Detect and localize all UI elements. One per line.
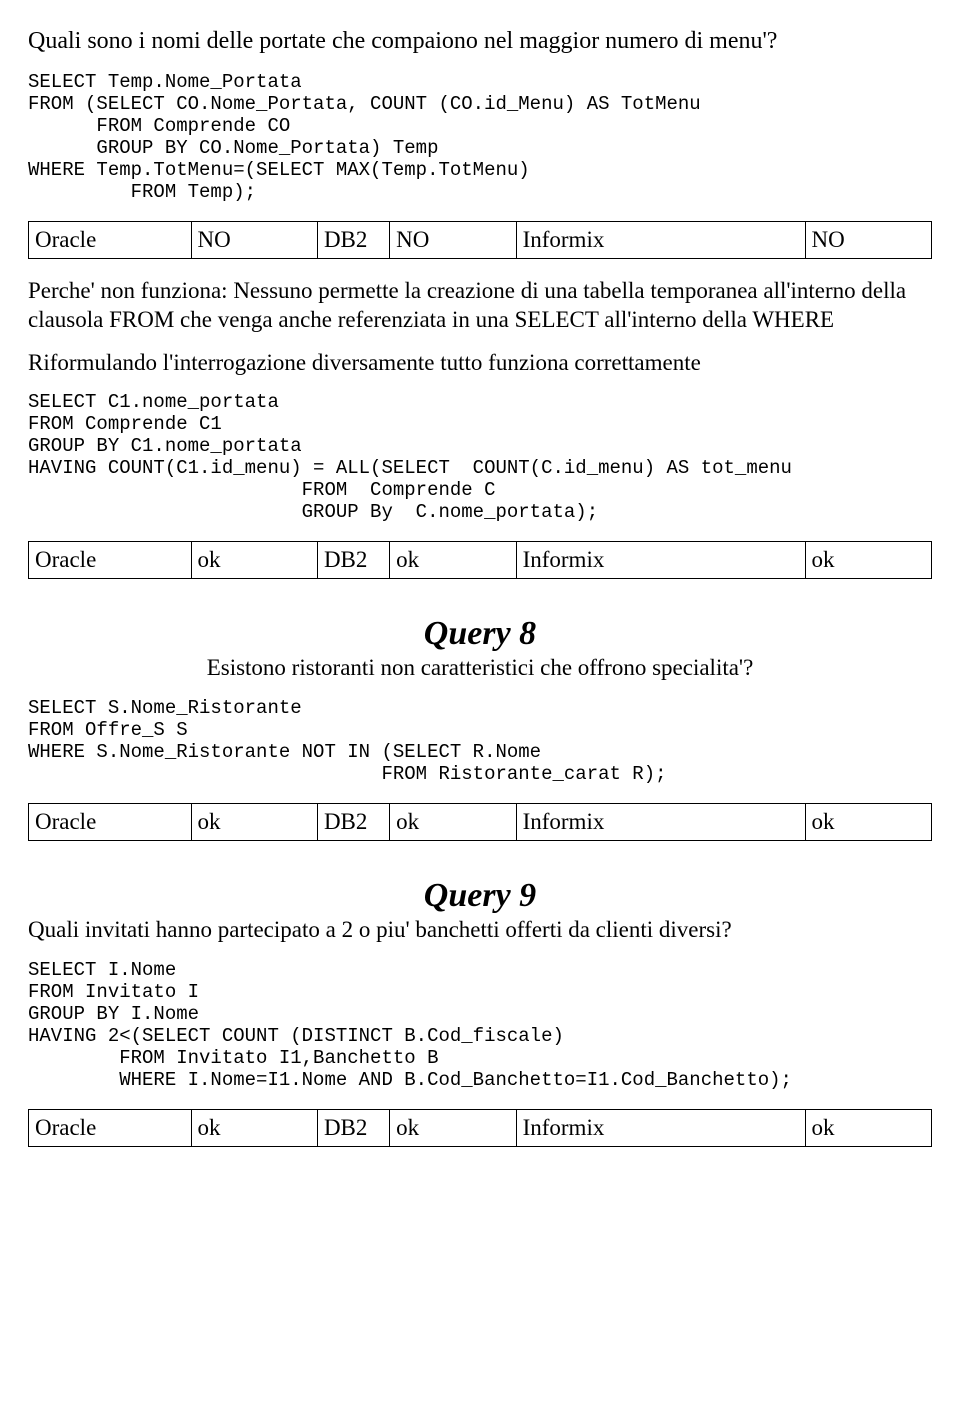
cell-oracle-value: ok xyxy=(191,1110,317,1147)
query-top-question: Quali sono i nomi delle portate che comp… xyxy=(28,28,932,55)
table-row: Oracle NO DB2 NO Informix NO xyxy=(29,222,932,259)
results-table-q9: Oracle ok DB2 ok Informix ok xyxy=(28,1109,932,1147)
cell-informix-value: ok xyxy=(805,542,931,579)
cell-db2-value: ok xyxy=(390,542,516,579)
cell-informix-label: Informix xyxy=(516,804,805,841)
table-row: Oracle ok DB2 ok Informix ok xyxy=(29,804,932,841)
explain-paragraph-1: Perche' non funziona: Nessuno permette l… xyxy=(28,277,932,335)
cell-db2-value: ok xyxy=(390,804,516,841)
cell-db2-value: ok xyxy=(390,1110,516,1147)
query8-title: Query 8 xyxy=(28,615,932,653)
cell-oracle-value: ok xyxy=(191,542,317,579)
cell-informix-value: ok xyxy=(805,1110,931,1147)
results-table-q8: Oracle ok DB2 ok Informix ok xyxy=(28,803,932,841)
explain-paragraph-2: Riformulando l'interrogazione diversamen… xyxy=(28,349,932,378)
cell-oracle-label: Oracle xyxy=(29,804,192,841)
cell-db2-label: DB2 xyxy=(317,1110,389,1147)
table-row: Oracle ok DB2 ok Informix ok xyxy=(29,542,932,579)
table-row: Oracle ok DB2 ok Informix ok xyxy=(29,1110,932,1147)
cell-db2-value: NO xyxy=(390,222,516,259)
cell-oracle-label: Oracle xyxy=(29,542,192,579)
query9-title: Query 9 xyxy=(28,877,932,915)
cell-db2-label: DB2 xyxy=(317,542,389,579)
query8-question: Esistono ristoranti non caratteristici c… xyxy=(28,655,932,681)
cell-db2-label: DB2 xyxy=(317,804,389,841)
query9-question: Quali invitati hanno partecipato a 2 o p… xyxy=(28,917,932,943)
cell-oracle-label: Oracle xyxy=(29,1110,192,1147)
cell-informix-value: NO xyxy=(805,222,931,259)
cell-db2-label: DB2 xyxy=(317,222,389,259)
cell-informix-label: Informix xyxy=(516,222,805,259)
cell-oracle-label: Oracle xyxy=(29,222,192,259)
cell-informix-label: Informix xyxy=(516,1110,805,1147)
query8-code: SELECT S.Nome_Ristorante FROM Offre_S S … xyxy=(28,697,932,785)
query9-code: SELECT I.Nome FROM Invitato I GROUP BY I… xyxy=(28,959,932,1091)
query-top-code-2: SELECT C1.nome_portata FROM Comprende C1… xyxy=(28,391,932,523)
cell-oracle-value: ok xyxy=(191,804,317,841)
cell-informix-label: Informix xyxy=(516,542,805,579)
results-table-top-1: Oracle NO DB2 NO Informix NO xyxy=(28,221,932,259)
results-table-top-2: Oracle ok DB2 ok Informix ok xyxy=(28,541,932,579)
cell-informix-value: ok xyxy=(805,804,931,841)
cell-oracle-value: NO xyxy=(191,222,317,259)
query-top-code-1: SELECT Temp.Nome_Portata FROM (SELECT CO… xyxy=(28,71,932,203)
